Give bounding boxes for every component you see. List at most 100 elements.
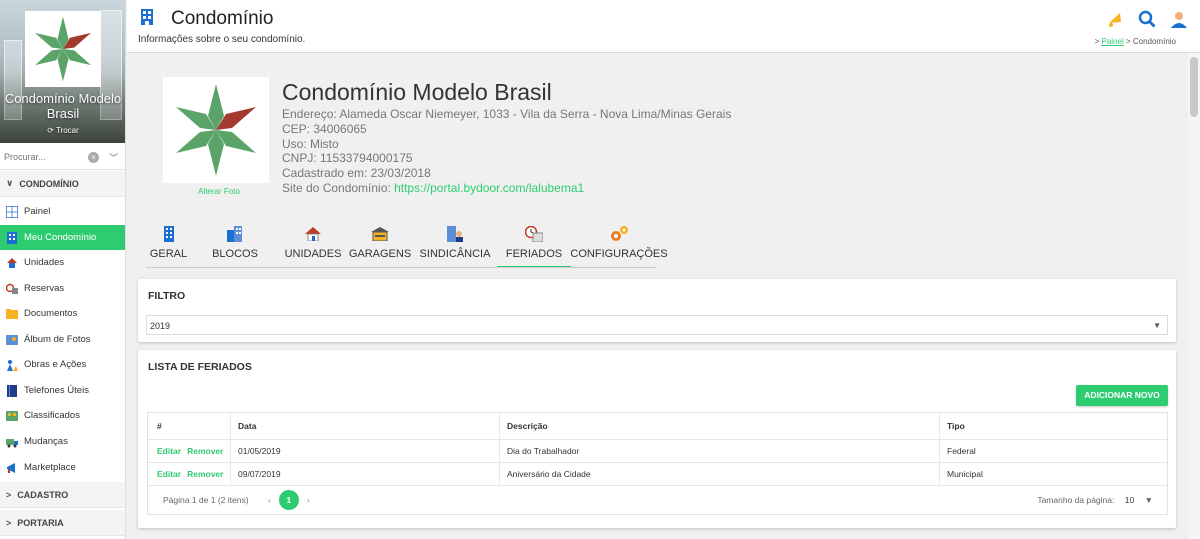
- sidebar-item-album[interactable]: Álbum de Fotos: [0, 327, 125, 352]
- page-header: Condomínio Informações sobre o seu condo…: [127, 0, 1200, 53]
- condo-name: Condomínio Modelo Brasil: [282, 79, 552, 105]
- section-cadastro[interactable]: > CADASTRO: [0, 482, 125, 508]
- tab-geral[interactable]: GERAL: [146, 222, 191, 268]
- edit-link[interactable]: Editar: [157, 469, 181, 479]
- house-icon: [6, 257, 18, 269]
- sidebar-item-unidades[interactable]: Unidades: [0, 250, 125, 275]
- pager: ‹ 1 ›: [268, 490, 310, 510]
- condo-site-link[interactable]: https://portal.bydoor.com/lalubema1: [394, 181, 584, 195]
- year-select[interactable]: 2019 ▼: [146, 315, 1168, 335]
- section-portaria[interactable]: > PORTARIA: [0, 510, 125, 536]
- table-pager: Página 1 de 1 (2 itens) ‹ 1 › Tamanho da…: [148, 486, 1167, 514]
- classifieds-icon: [6, 410, 18, 422]
- tab-feriados[interactable]: FERIADOS: [497, 222, 571, 268]
- condo-site: Site do Condomínio: https://portal.bydoo…: [282, 180, 585, 195]
- condo-logo[interactable]: [25, 11, 101, 87]
- page-size-select[interactable]: 10: [1125, 495, 1134, 505]
- chevron-down-icon[interactable]: ﹀: [109, 151, 118, 164]
- house-icon: [305, 225, 321, 243]
- sidebar-item-documentos[interactable]: Documentos: [0, 301, 125, 326]
- column-header-description[interactable]: Descrição: [499, 413, 939, 439]
- column-header-date[interactable]: Data: [230, 413, 499, 439]
- table-row: Editar Remover 09/07/2019 Aniversário da…: [148, 463, 1167, 486]
- chevron-right-icon: >: [6, 489, 12, 500]
- column-header-number[interactable]: #: [148, 413, 230, 439]
- tab-garagens[interactable]: GARAGENS: [347, 222, 413, 268]
- chevron-down-icon: ∨: [6, 178, 14, 188]
- sidebar-item-classificados[interactable]: Classificados: [0, 403, 125, 428]
- phonebook-icon: [6, 384, 18, 397]
- condo-photo: [163, 77, 269, 183]
- truck-icon: [6, 436, 18, 448]
- condo-cadastrado: Cadastrado em: 23/03/2018: [282, 166, 431, 181]
- condo-cnpj: CNPJ: 11533794000175: [282, 151, 413, 166]
- sidebar-search-input[interactable]: [4, 152, 86, 162]
- condo-tabs: GERAL BLOCOS UNIDADES GARAGENS SINDICÂNC…: [146, 222, 668, 268]
- table-header: # Data Descrição Tipo: [148, 413, 1167, 440]
- holidays-table: # Data Descrição Tipo Editar Remover 01/…: [147, 412, 1168, 515]
- breadcrumb-current: Condomínio: [1132, 37, 1176, 46]
- page-number-button[interactable]: 1: [278, 490, 299, 510]
- swap-icon: ⟳: [47, 126, 54, 135]
- clear-search-icon[interactable]: ×: [88, 151, 99, 163]
- sidebar: Condomínio Modelo Brasil ⟳ Trocar × ﹀ ∨ …: [0, 0, 126, 539]
- sidebar-item-obras[interactable]: Obras e Ações: [0, 352, 125, 377]
- condo-details: Endereço: Alameda Oscar Niemeyer, 1033 -…: [282, 107, 731, 196]
- sidebar-item-telefones[interactable]: Telefones Úteis: [0, 378, 125, 403]
- dashboard-icon: [6, 205, 18, 218]
- cell-description: Dia do Trabalhador: [499, 440, 939, 462]
- edit-link[interactable]: Editar: [157, 446, 181, 456]
- manager-icon: [447, 225, 463, 243]
- search-icon[interactable]: [1138, 10, 1156, 31]
- chevron-right-icon: >: [6, 517, 12, 528]
- add-holiday-button[interactable]: ADICIONAR NOVO: [1076, 385, 1168, 406]
- sidebar-item-mudancas[interactable]: Mudanças: [0, 429, 125, 454]
- table-row: Editar Remover 01/05/2019 Dia do Trabalh…: [148, 440, 1167, 463]
- calendar-icon: [525, 225, 543, 243]
- bell-icon[interactable]: [1106, 10, 1124, 31]
- tab-unidades[interactable]: UNIDADES: [279, 222, 347, 268]
- prev-page-icon[interactable]: ‹: [268, 495, 271, 505]
- pager-info: Página 1 de 1 (2 itens): [163, 495, 249, 505]
- building-icon: [6, 231, 18, 244]
- caret-down-icon: ▼: [1153, 321, 1161, 330]
- folder-icon: [6, 308, 18, 320]
- row-actions: Editar Remover: [148, 440, 230, 462]
- section-condominio[interactable]: ∨ CONDOMÍNIO: [0, 171, 125, 197]
- page-title: Condomínio: [171, 8, 274, 29]
- breadcrumb-home-link[interactable]: Painel: [1101, 37, 1123, 46]
- remove-link[interactable]: Remover: [187, 469, 223, 479]
- next-page-icon[interactable]: ›: [307, 495, 310, 505]
- cell-date: 09/07/2019: [230, 463, 499, 485]
- garage-icon: [371, 225, 389, 243]
- sidebar-item-painel[interactable]: Painel: [0, 199, 125, 224]
- column-header-type[interactable]: Tipo: [939, 413, 1168, 439]
- tab-blocos[interactable]: BLOCOS: [191, 222, 279, 268]
- switch-condo-button[interactable]: ⟳ Trocar: [0, 126, 125, 135]
- remove-link[interactable]: Remover: [187, 446, 223, 456]
- blocks-icon: [227, 225, 243, 243]
- caret-down-icon[interactable]: ▼: [1145, 495, 1153, 505]
- building-icon: [141, 9, 153, 28]
- building-icon: [163, 225, 174, 243]
- row-actions: Editar Remover: [148, 463, 230, 485]
- sidebar-condo-name: Condomínio Modelo Brasil: [4, 91, 122, 121]
- header-actions: [1106, 10, 1188, 31]
- user-icon[interactable]: [1170, 10, 1188, 31]
- sidebar-item-meu-condominio[interactable]: Meu Condomínio: [0, 225, 125, 250]
- tab-configuracoes[interactable]: CONFIGURAÇÕES: [570, 222, 668, 268]
- megaphone-icon: [6, 462, 18, 474]
- tabs-divider: [146, 267, 656, 268]
- reservation-icon: [6, 283, 18, 295]
- sidebar-item-reservas[interactable]: Reservas: [0, 276, 125, 301]
- tab-sindicancia[interactable]: SINDICÂNCIA: [413, 222, 497, 268]
- cell-type: Municipal: [939, 463, 1168, 485]
- filter-title: FILTRO: [148, 290, 186, 302]
- change-photo-link[interactable]: Alterar Foto: [163, 187, 275, 196]
- cell-date: 01/05/2019: [230, 440, 499, 462]
- scrollbar-thumb[interactable]: [1190, 57, 1198, 117]
- page-scrollbar[interactable]: [1188, 53, 1200, 539]
- page-size: Tamanho da página: 10 ▼: [1037, 495, 1153, 505]
- sidebar-item-marketplace[interactable]: Marketplace: [0, 455, 125, 480]
- cell-description: Aniversário da Cidade: [499, 463, 939, 485]
